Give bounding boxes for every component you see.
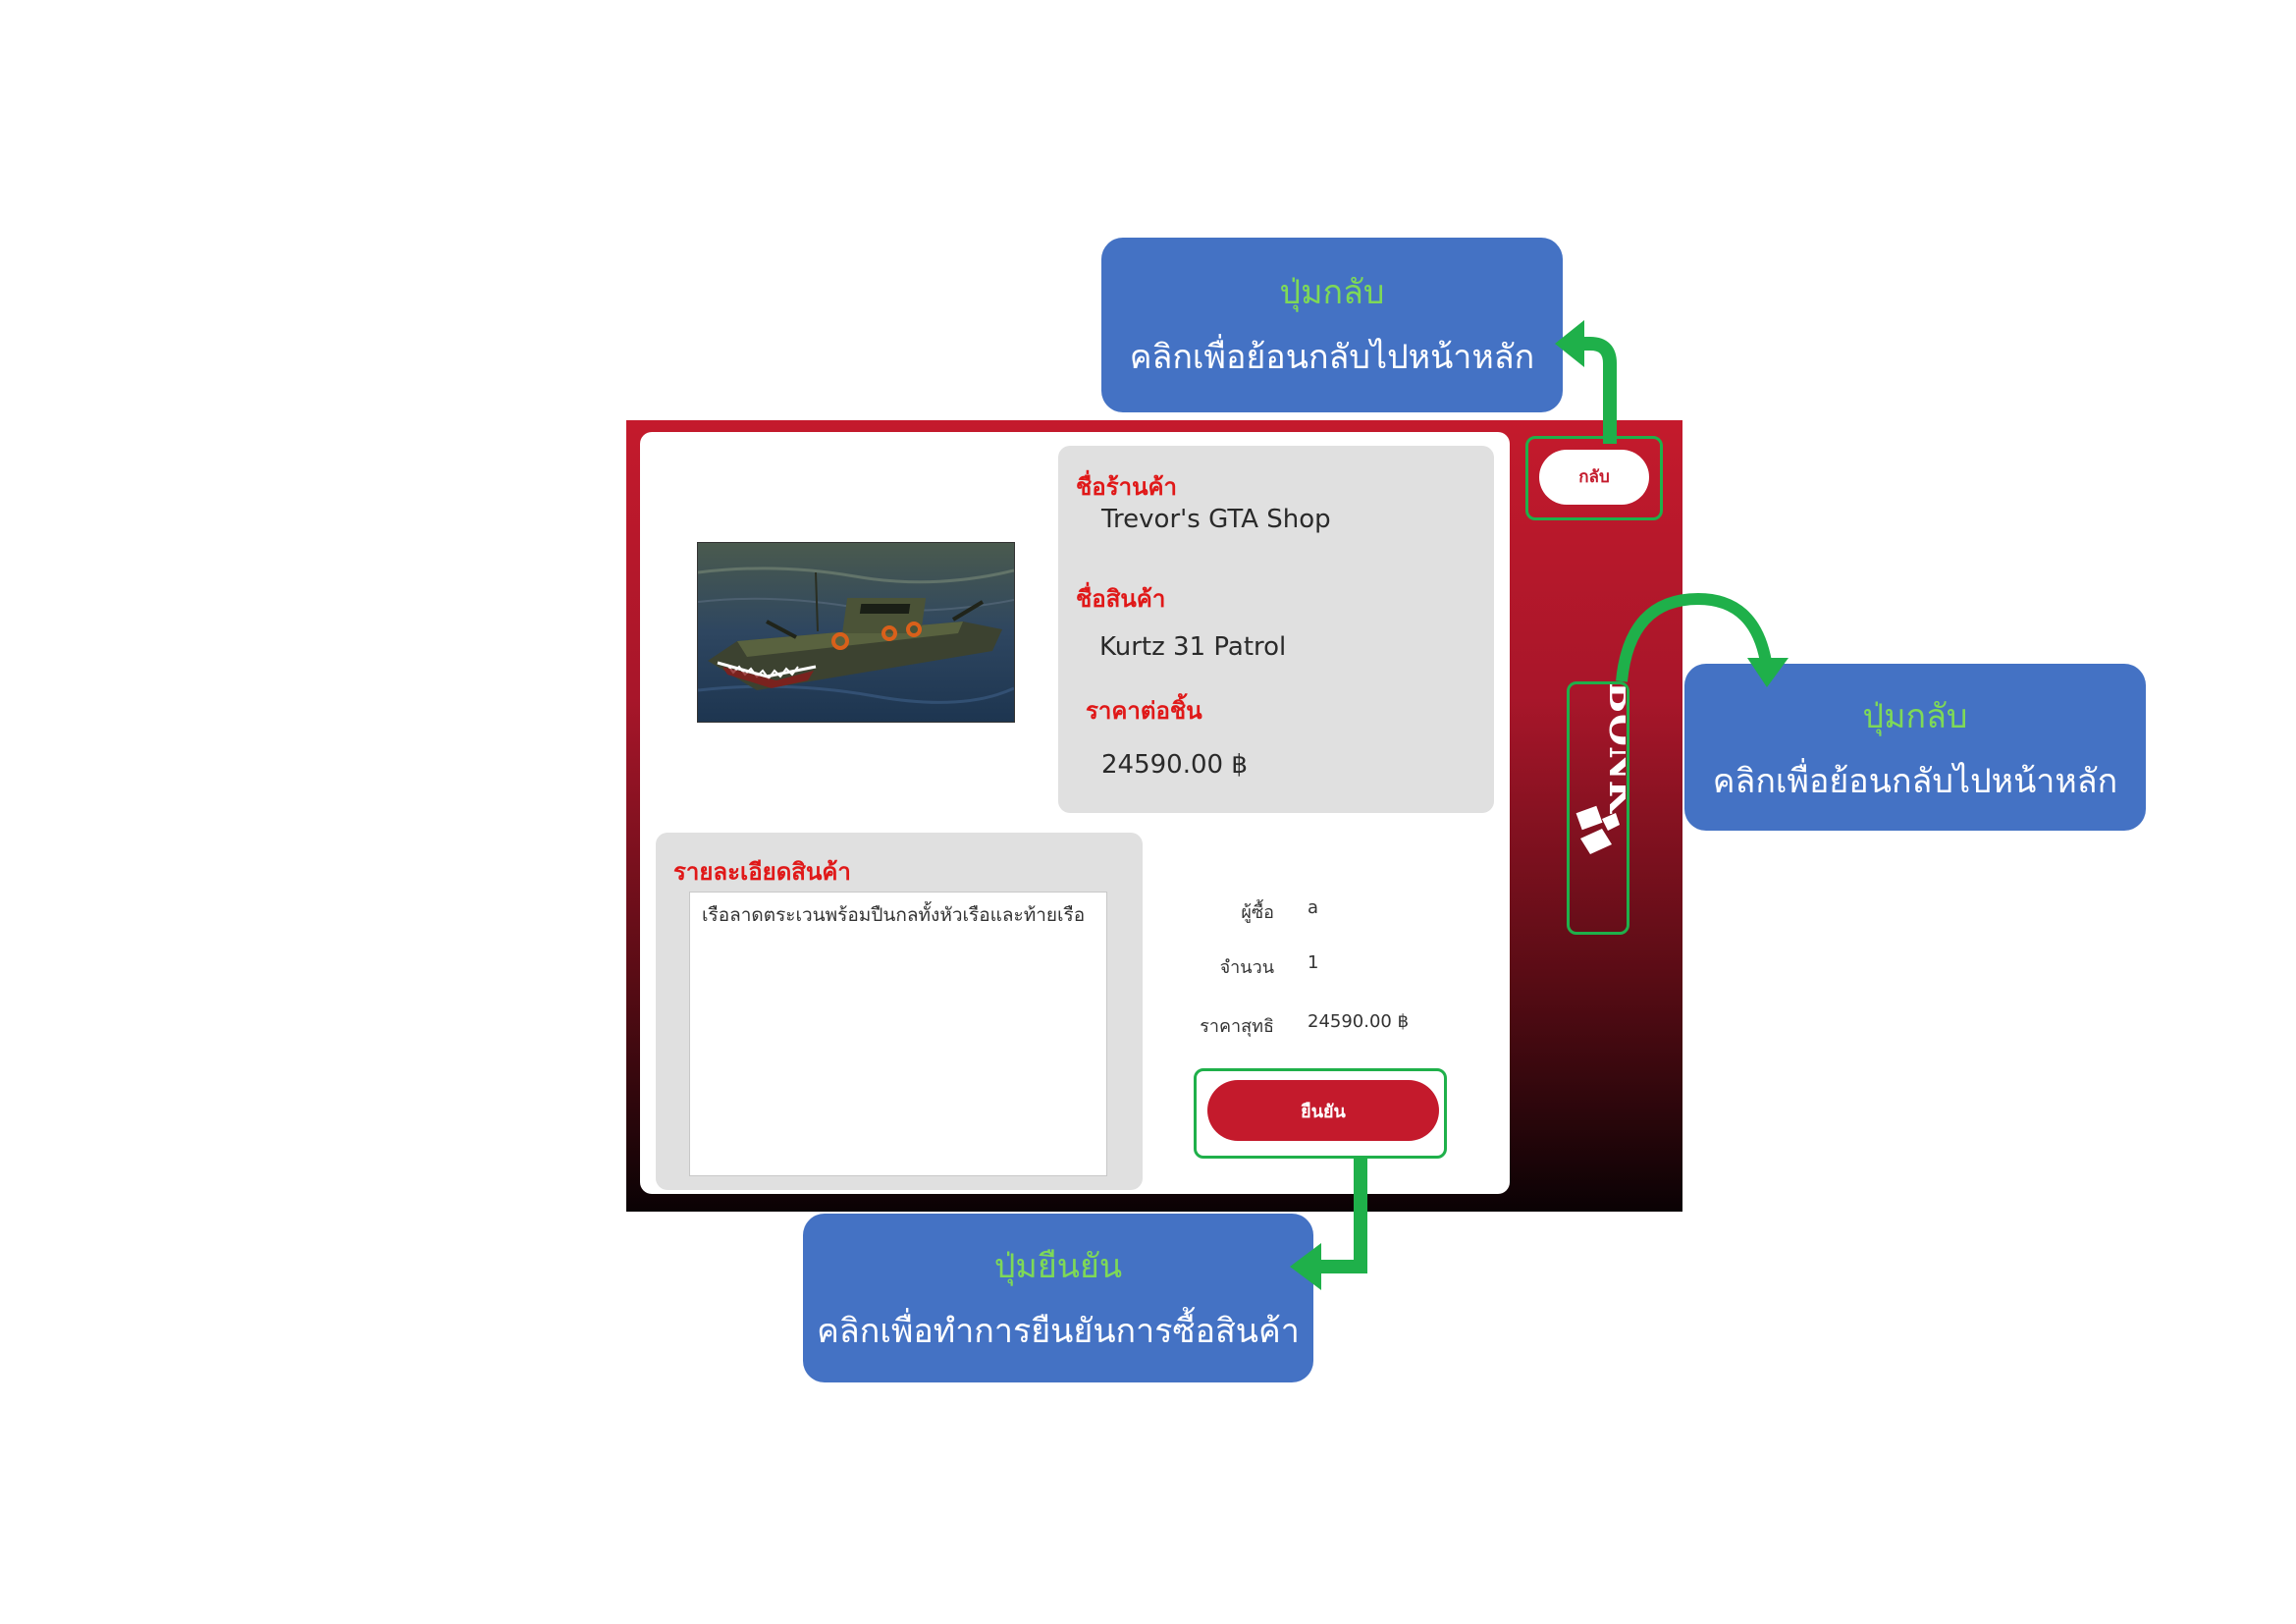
callout-title: ปุ่มกลับ [1862,697,1968,736]
product-image [697,542,1015,723]
callout-desc: คลิกเพื่อทำการยืนยันการซื้อสินค้า [817,1312,1300,1351]
buyer-label: ผู้ซื้อ [1241,902,1274,923]
detail-label: รายละเอียดสินค้า [673,858,851,886]
product-info-box: ชื่อร้านค้า Trevor's GTA Shop ชื่อสินค้า… [1058,446,1494,813]
total-value: 24590.00 ฿ [1308,1011,1410,1032]
product-detail-box: รายละเอียดสินค้า เรือลาดตระเวนพร้อมปืนกล… [656,833,1143,1190]
shop-name: Trevor's GTA Shop [1101,505,1331,534]
product-name: Kurtz 31 Patrol [1099,632,1287,662]
price-label: ราคาต่อชิ้น [1086,697,1202,725]
callout-confirm: ปุ่มยืนยัน คลิกเพื่อทำการยืนยันการซื้อสิ… [803,1214,1313,1382]
shop-name-label: ชื่อร้านค้า [1076,473,1178,501]
highlight-back-button [1525,436,1663,520]
qty-label: จำนวน [1219,957,1274,978]
qty-value: 1 [1308,952,1319,973]
callout-title: ปุ่มยืนยัน [993,1247,1123,1286]
purchase-window: ชื่อร้านค้า Trevor's GTA Shop ชื่อสินค้า… [626,420,1682,1212]
callout-back-right: ปุ่มกลับ คลิกเพื่อย้อนกลับไปหน้าหลัก [1684,664,2146,831]
unit-price: 24590.00 ฿ [1101,750,1248,780]
detail-textarea[interactable]: เรือลาดตระเวนพร้อมปืนกลทั้งหัวเรือและท้า… [689,892,1107,1176]
total-label: ราคาสุทธิ [1200,1016,1274,1037]
buyer-value: a [1308,897,1319,918]
callout-back-top: ปุ่มกลับ คลิกเพื่อย้อนกลับไปหน้าหลัก [1101,238,1563,412]
highlight-confirm-button [1194,1068,1447,1159]
highlight-logo [1567,681,1629,935]
callout-desc: คลิกเพื่อย้อนกลับไปหน้าหลัก [1129,338,1535,377]
callout-title: ปุ่มกลับ [1279,273,1385,312]
callout-desc: คลิกเพื่อย้อนกลับไปหน้าหลัก [1712,762,2118,801]
product-name-label: ชื่อสินค้า [1076,585,1166,613]
